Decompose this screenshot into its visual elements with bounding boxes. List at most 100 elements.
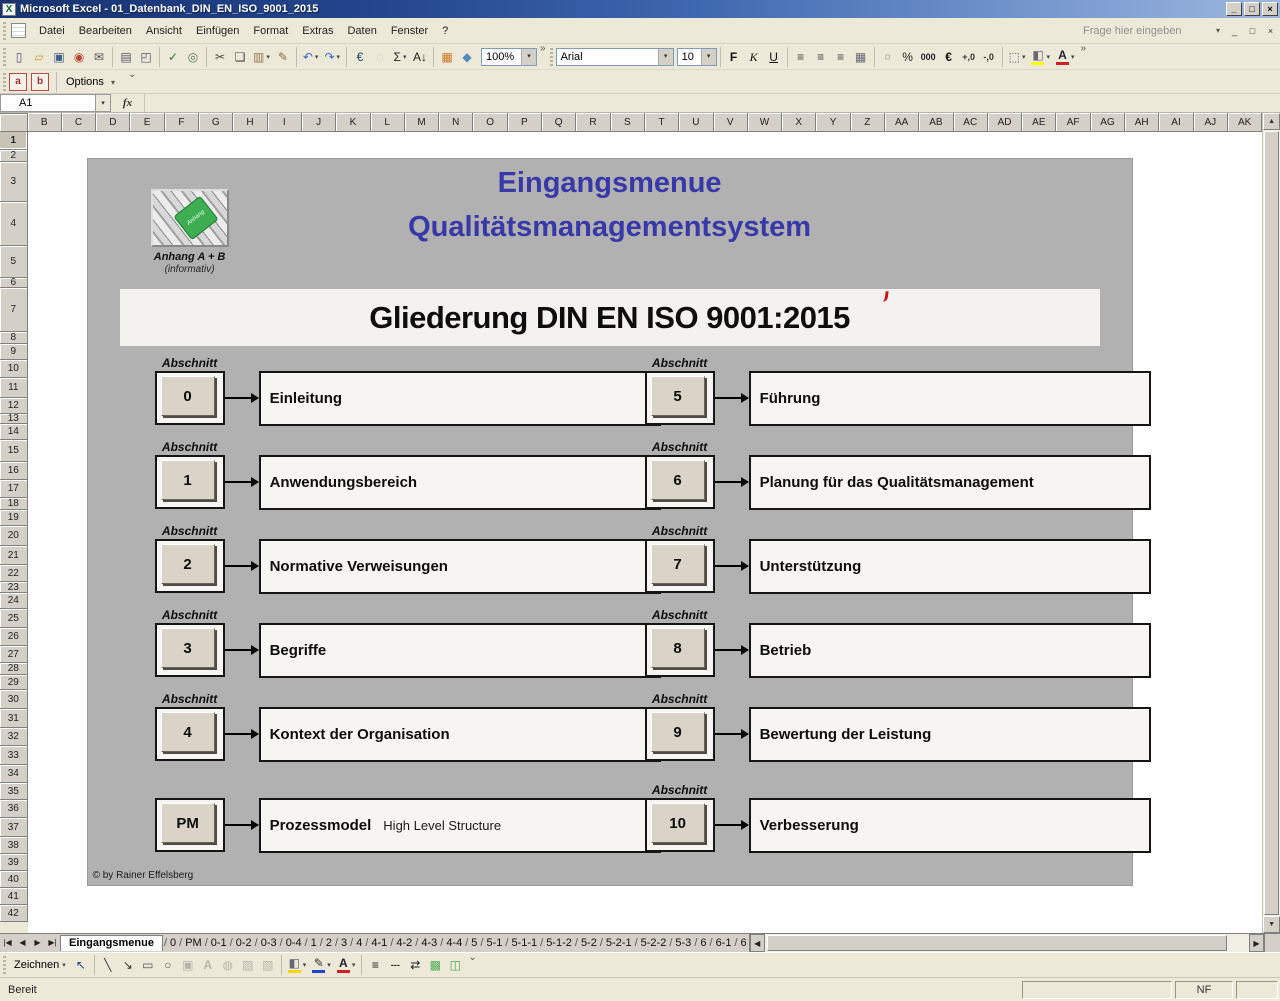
column-header-C[interactable]: C [62, 113, 96, 132]
sheet-tab-5-1-1[interactable]: 5-1-1 [509, 936, 539, 950]
sheet-tab-5-2-1[interactable]: 5-2-1 [604, 936, 634, 950]
column-header-AA[interactable]: AA [885, 113, 919, 132]
formula-input[interactable] [145, 94, 1280, 112]
column-header-S[interactable]: S [611, 113, 645, 132]
row-header-2[interactable]: 2 [0, 150, 28, 162]
sheet-tab-4-1[interactable]: 4-1 [369, 936, 389, 950]
dash-style-icon[interactable]: --- [385, 955, 405, 975]
sheet-tab-4-3[interactable]: 4-3 [419, 936, 439, 950]
scroll-left-icon[interactable]: ◀ [750, 934, 765, 952]
column-header-J[interactable]: J [302, 113, 336, 132]
row-header-41[interactable]: 41 [0, 888, 28, 905]
menu-datei[interactable]: Datei [32, 22, 72, 40]
row-header-3[interactable]: 3 [0, 162, 28, 202]
sheet-tab-0-2[interactable]: 0-2 [234, 936, 254, 950]
merge-center-icon[interactable]: ▦ [851, 47, 871, 67]
row-header-1[interactable]: 1 [0, 132, 28, 150]
toolbar-overflow-icon[interactable]: ⌄ [125, 70, 139, 80]
shadow-style-icon[interactable]: ▩ [425, 955, 445, 975]
row-header-35[interactable]: 35 [0, 783, 28, 800]
section-button-3[interactable]: 3 [155, 623, 225, 677]
column-header-F[interactable]: F [165, 113, 199, 132]
zeichnen-menu-button[interactable]: Zeichnen▾ [9, 957, 71, 973]
copy-icon[interactable]: ❏ [230, 47, 250, 67]
macro-a-icon[interactable]: a [9, 73, 27, 91]
row-header-4[interactable]: 4 [0, 202, 28, 246]
sheet-tab-2[interactable]: 2 [324, 936, 334, 950]
row-header-20[interactable]: 20 [0, 526, 28, 546]
workbook-restore-button[interactable]: □ [1245, 24, 1260, 37]
section-button-4[interactable]: 4 [155, 707, 225, 761]
section-button-PM[interactable]: PM [155, 798, 225, 852]
sheet-tab-5[interactable]: 5 [469, 936, 479, 950]
decrease-decimal-icon[interactable]: -,0 [979, 47, 999, 67]
row-header-36[interactable]: 36 [0, 800, 28, 818]
align-center-icon[interactable]: ≡ [811, 47, 831, 67]
toolbar-grip[interactable] [550, 48, 553, 66]
line-color-icon[interactable]: ✎▾ [309, 955, 334, 975]
menu-extras[interactable]: Extras [295, 22, 340, 40]
close-button[interactable]: × [1262, 2, 1278, 16]
arrow-line-icon[interactable]: ↘ [118, 955, 138, 975]
spell-check-icon[interactable]: ✓ [163, 47, 183, 67]
row-header-16[interactable]: 16 [0, 462, 28, 480]
column-header-AK[interactable]: AK [1228, 113, 1262, 132]
increase-decimal-icon[interactable]: +,0 [959, 47, 979, 67]
column-header-N[interactable]: N [439, 113, 473, 132]
column-header-AG[interactable]: AG [1091, 113, 1125, 132]
sheet-tab-4-4[interactable]: 4-4 [444, 936, 464, 950]
euro-style-icon[interactable]: € [939, 47, 959, 67]
row-header-31[interactable]: 31 [0, 709, 28, 728]
row-header-15[interactable]: 15 [0, 440, 28, 462]
row-header-8[interactable]: 8 [0, 332, 28, 344]
options-menu-button[interactable]: Options ▾ [60, 74, 125, 90]
font-size-select[interactable]: 10▾ [677, 48, 717, 66]
row-header-27[interactable]: 27 [0, 646, 28, 663]
row-header-12[interactable]: 12 [0, 398, 28, 414]
euro-convert-icon[interactable]: € [350, 47, 370, 67]
row-header-21[interactable]: 21 [0, 546, 28, 565]
row-header-11[interactable]: 11 [0, 378, 28, 398]
mail-icon[interactable]: ✉ [89, 47, 109, 67]
row-header-24[interactable]: 24 [0, 593, 28, 609]
toolbar-overflow-icon[interactable]: ⌄ [465, 953, 479, 963]
name-box[interactable]: A1 [0, 94, 96, 112]
menu-einfgen[interactable]: Einfügen [189, 22, 246, 40]
column-header-G[interactable]: G [199, 113, 233, 132]
row-header-42[interactable]: 42 [0, 905, 28, 922]
font-color-icon[interactable]: A▾ [334, 955, 359, 975]
chart-wizard-icon[interactable]: ▦ [437, 47, 457, 67]
column-header-E[interactable]: E [130, 113, 164, 132]
column-header-U[interactable]: U [679, 113, 713, 132]
cut-icon[interactable]: ✂ [210, 47, 230, 67]
workbook-close-button[interactable]: × [1263, 24, 1278, 37]
menu-daten[interactable]: Daten [340, 22, 383, 40]
sheet-tab-eingangsmenue-active[interactable]: Eingangsmenue [60, 935, 163, 951]
sheet-tab-0[interactable]: 0 [168, 936, 178, 950]
align-right-icon[interactable]: ≡ [831, 47, 851, 67]
thousands-style-icon[interactable]: 000 [918, 47, 939, 67]
vertical-scroll-thumb[interactable] [1264, 131, 1279, 915]
column-header-D[interactable]: D [96, 113, 130, 132]
redo-icon[interactable]: ↷▾ [321, 47, 343, 67]
paste-icon[interactable]: ▥▾ [250, 47, 273, 67]
row-header-5[interactable]: 5 [0, 246, 28, 278]
borders-icon[interactable]: ⬚▾ [1006, 47, 1029, 67]
column-header-P[interactable]: P [508, 113, 542, 132]
row-header-26[interactable]: 26 [0, 628, 28, 646]
open-folder-icon[interactable]: ▱ [29, 47, 49, 67]
row-header-38[interactable]: 38 [0, 837, 28, 854]
select-all-corner[interactable] [0, 113, 28, 132]
column-header-O[interactable]: O [473, 113, 507, 132]
zoom-select[interactable]: 100%▾ [481, 48, 537, 66]
sheet-tab-5-2-2[interactable]: 5-2-2 [639, 936, 669, 950]
sheet-tab-5-3[interactable]: 5-3 [673, 936, 693, 950]
section-button-5[interactable]: 5 [645, 371, 715, 425]
font-name-select[interactable]: Arial▾ [556, 48, 674, 66]
select-arrow-icon[interactable]: ↖ [71, 955, 91, 975]
horizontal-scrollbar[interactable]: ◀ ▶ [749, 934, 1264, 952]
scroll-right-icon[interactable]: ▶ [1249, 934, 1264, 952]
underline-icon[interactable]: U [764, 47, 784, 67]
row-header-33[interactable]: 33 [0, 746, 28, 765]
sheet-tab-0-1[interactable]: 0-1 [209, 936, 229, 950]
